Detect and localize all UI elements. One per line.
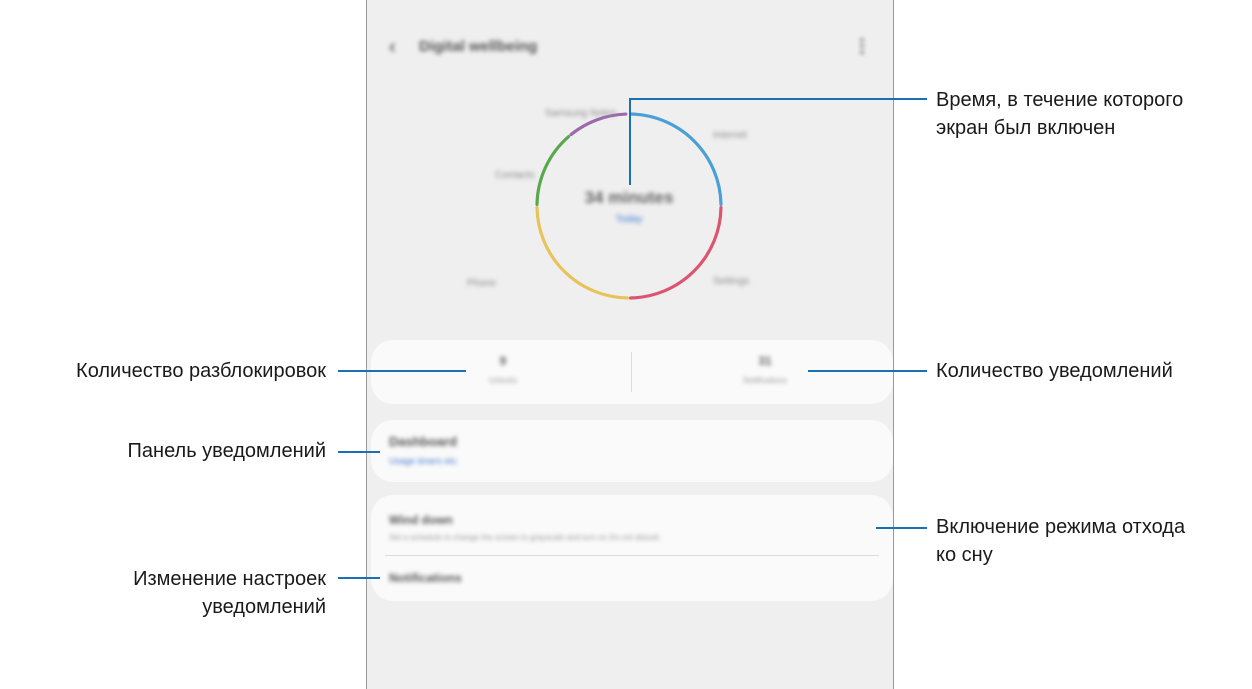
unlocks-caption: Unlocks <box>488 376 518 385</box>
callout-unlocks: Количество разблокировок <box>76 360 326 382</box>
notifications-stat: 31 Notifications <box>695 354 835 385</box>
screen-time-value: 34 minutes <box>584 188 674 207</box>
callout-notifications: Количество уведомлений <box>936 360 1173 382</box>
wind-down-title[interactable]: Wind down <box>389 513 453 527</box>
app-label-contacts: Contacts <box>495 170 535 181</box>
app-label-settings: Settings <box>713 276 750 287</box>
usage-donut-chart[interactable] <box>367 0 894 330</box>
dashboard-subtitle: Usage timers etc. <box>389 456 460 466</box>
callout-notification-settings: Изменение настроек уведомлений <box>133 568 326 618</box>
unlocks-value: 9 <box>499 354 507 368</box>
callout-screen-time: Время, в течение которого экран был вклю… <box>936 89 1184 139</box>
callout-wind-down: Включение режима отхода ко сну <box>936 516 1186 566</box>
dashboard-title: Dashboard <box>389 434 457 449</box>
list-divider <box>385 555 879 556</box>
stats-card: 9 Unlocks 31 Notifications <box>371 340 893 404</box>
notifications-value: 31 <box>758 354 772 368</box>
callout-dashboard: Панель уведомлений <box>127 440 326 462</box>
app-label-internet: Internet <box>713 130 747 141</box>
screen-time-day[interactable]: Today <box>549 214 709 225</box>
notifications-caption: Notifications <box>743 376 787 385</box>
wind-down-subtitle: Set a schedule to change the screen to g… <box>389 533 662 542</box>
app-label-phone: Phone <box>467 278 496 289</box>
phone-screen: ‹ Digital wellbeing ⋮ Samsung Notes Inte… <box>366 0 894 689</box>
app-label-samsung-notes: Samsung Notes <box>545 108 617 119</box>
settings-list-card: Wind down Set a schedule to change the s… <box>371 495 893 601</box>
notifications-item-title[interactable]: Notifications <box>389 571 462 585</box>
unlocks-stat: 9 Unlocks <box>433 354 573 385</box>
dashboard-card[interactable]: Dashboard Usage timers etc. <box>371 420 893 482</box>
stats-divider <box>631 352 632 392</box>
